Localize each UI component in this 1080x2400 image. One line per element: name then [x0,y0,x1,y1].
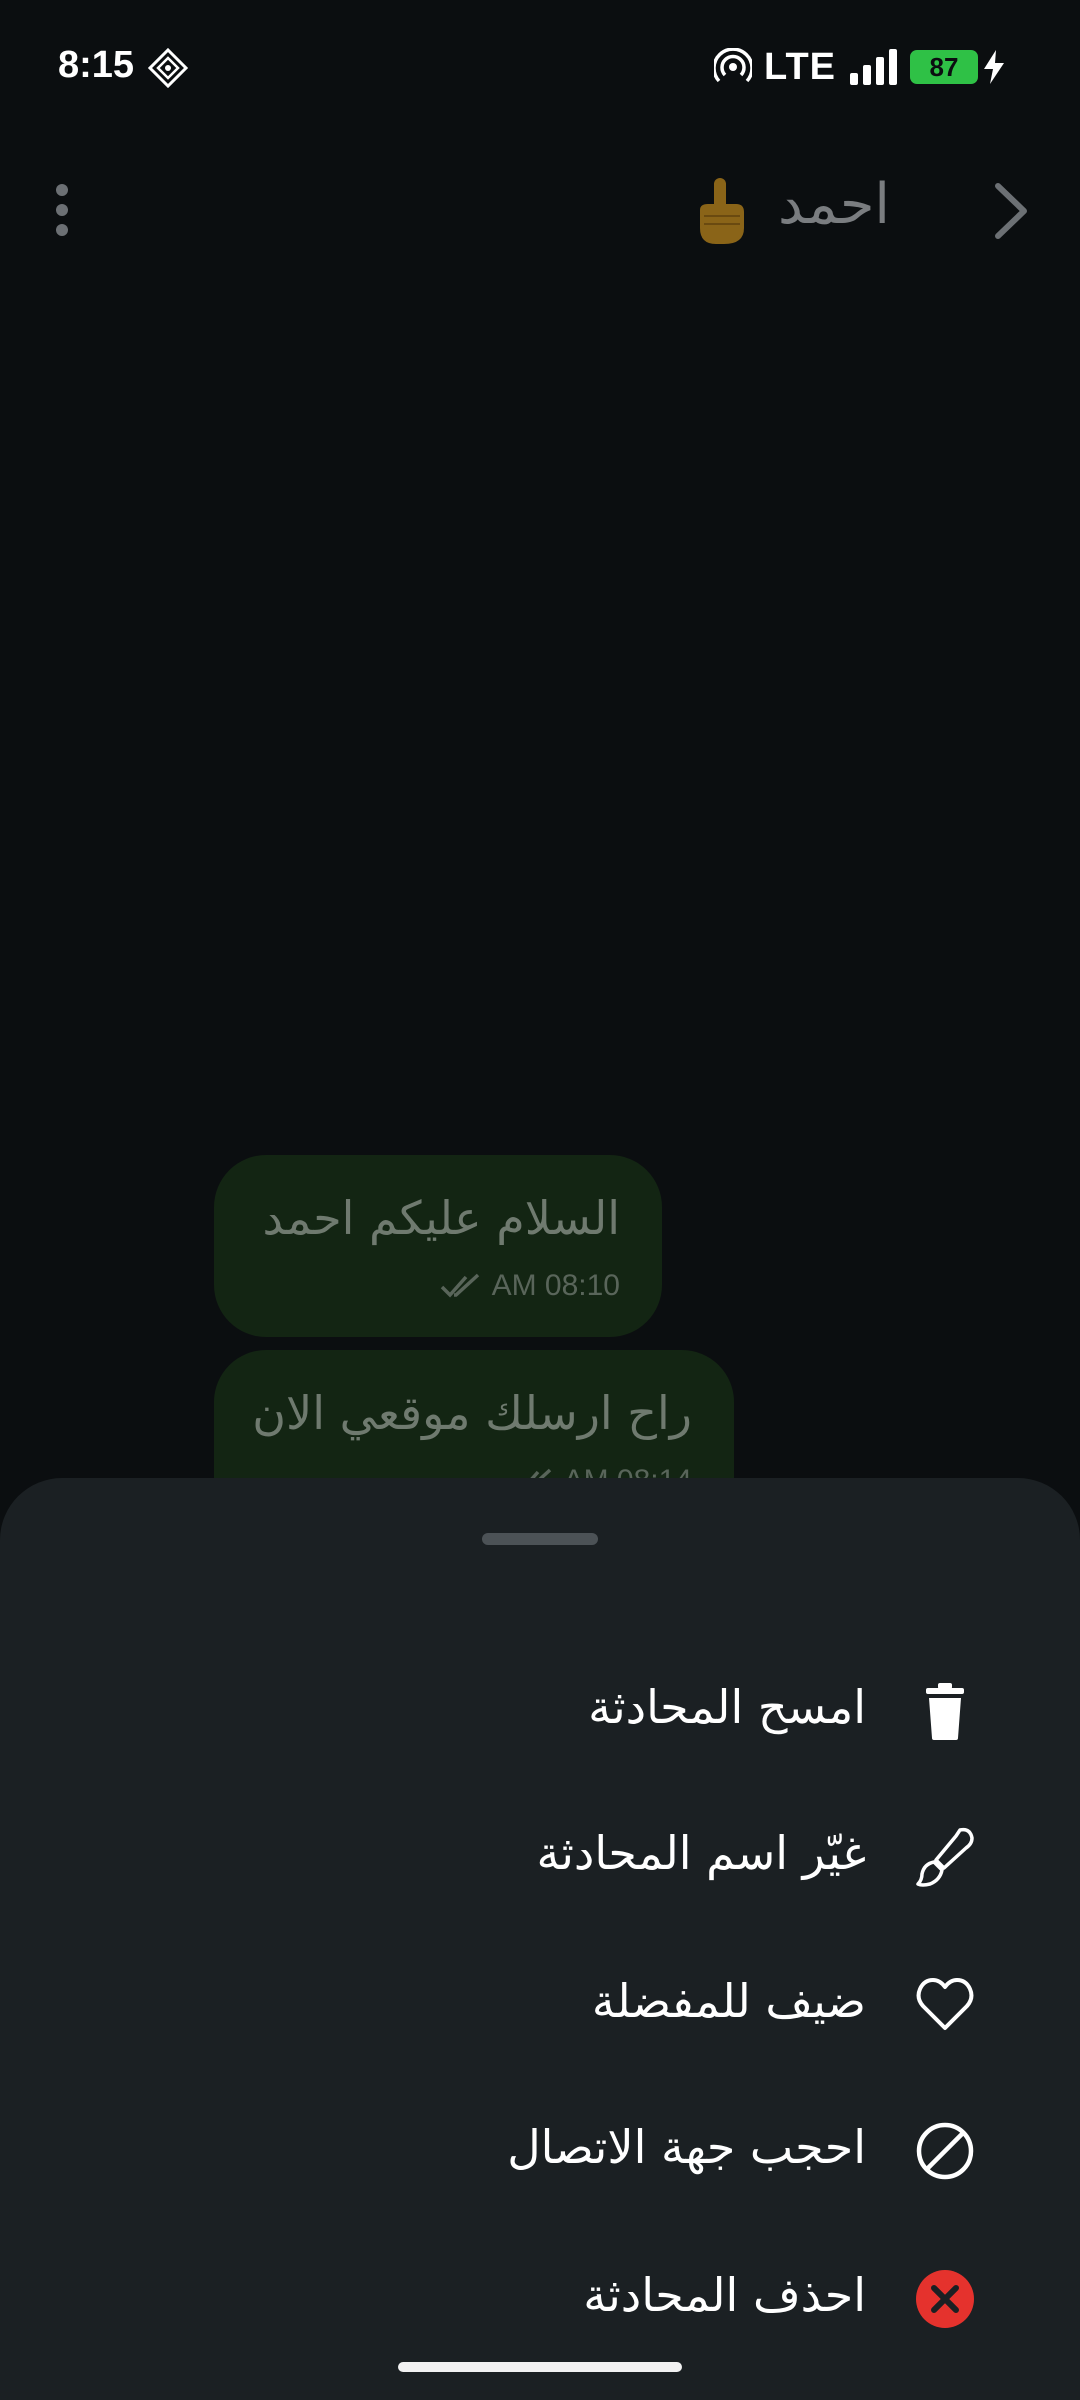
charging-icon [984,50,1004,84]
menu-item-add-favorite[interactable]: ضيف للمفضلة [0,1946,1080,2066]
trash-icon [926,1683,964,1740]
message-bubble[interactable]: السلام عليكم احمد AM 08:10 [214,1155,662,1337]
pointing-up-emoji-icon [700,178,744,244]
battery-level: 87 [929,51,959,82]
more-options-icon[interactable] [52,182,72,238]
menu-item-label: امسح المحادثة [588,1680,866,1734]
message-meta: AM 08:10 [440,1269,620,1303]
menu-item-rename-chat[interactable]: غيّر اسم المحادثة [0,1798,1080,1918]
battery-indicator: 87 [910,50,978,84]
status-icons: LTE 87 [714,44,1006,90]
menu-item-label: غيّر اسم المحادثة [536,1826,866,1880]
double-check-icon [440,1273,479,1298]
signal-icon [850,49,897,85]
menu-item-label: احذف المحادثة [583,2268,866,2322]
menu-item-clear-chat[interactable]: امسح المحادثة [0,1652,1080,1772]
menu-item-label: احجب جهة الاتصال [507,2120,866,2174]
chat-screen: 8:15 LTE 87 احمد السلام عليكم احمد AM 08… [0,0,1080,2400]
menu-item-block-contact[interactable]: احجب جهة الاتصال [0,2092,1080,2212]
status-time: 8:15 [58,44,135,86]
network-type: LTE [764,45,836,88]
message-text: السلام عليكم احمد [262,1191,620,1245]
brush-icon [916,1827,974,1887]
delete-x-icon [916,2270,974,2328]
sheet-drag-handle[interactable] [482,1533,598,1545]
message-text: راح ارسلك موقعي الان [252,1386,692,1440]
status-bar: 8:15 LTE 87 [0,0,1080,135]
options-bottom-sheet: امسح المحادثة غيّر اسم المحادثة ضيف للمف… [0,1478,1080,2400]
chat-header: احمد [0,150,1080,270]
block-icon [916,2122,974,2180]
menu-item-label: ضيف للمفضلة [591,1974,866,2028]
heart-icon [916,1978,974,2030]
menu-item-delete-chat[interactable]: احذف المحادثة [0,2240,1080,2360]
back-chevron-icon[interactable] [990,180,1034,242]
hotspot-icon [714,48,753,83]
home-indicator[interactable] [398,2362,682,2372]
contact-name[interactable]: احمد [778,172,890,237]
app-notification-icon [148,48,188,88]
message-time: AM 08:10 [491,1269,620,1302]
